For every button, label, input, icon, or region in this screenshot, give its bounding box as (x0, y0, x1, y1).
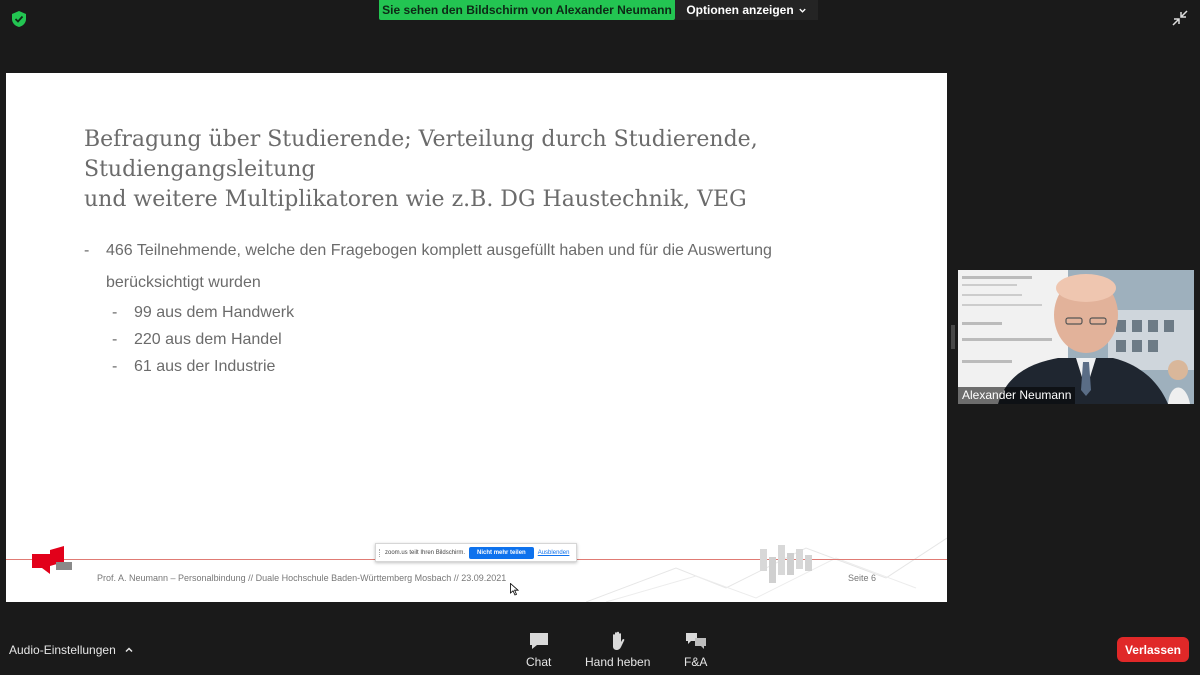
sub-bullet-text: 220 aus dem Handel (134, 331, 282, 348)
hide-sharebar-link[interactable]: Ausblenden (538, 550, 570, 556)
qa-bubbles-icon (685, 633, 706, 649)
zoom-meeting-window: Sie sehen den Bildschirm von Alexander N… (0, 0, 1200, 675)
slide-bullet-list: - 466 Teilnehmende, welche den Frageboge… (84, 235, 844, 380)
drag-grip-icon[interactable] (379, 548, 381, 557)
exit-fullscreen-icon[interactable] (1172, 10, 1188, 26)
main-bullet: - 466 Teilnehmende, welche den Frageboge… (84, 235, 844, 299)
slide-title-line: Befragung über Studierende; Verteilung d… (84, 127, 758, 182)
stop-sharing-button[interactable]: Nicht mehr teilen (469, 546, 534, 559)
qa-button[interactable]: F&A (684, 630, 707, 669)
view-options-label: Optionen anzeigen (686, 3, 794, 17)
sharing-status-text: zoom.us teilt Ihren Bildschirm. (385, 549, 466, 556)
screen-share-banner: Sie sehen den Bildschirm von Alexander N… (379, 0, 675, 20)
slide-footer: Prof. A. Neumann – Personalbindung // Du… (97, 573, 507, 583)
decorative-bars (760, 545, 812, 583)
sub-bullet: - 220 aus dem Handel (84, 326, 844, 353)
raise-hand-label: Hand heben (585, 655, 651, 669)
panel-drag-handle-icon[interactable] (951, 325, 955, 349)
slide-title-line: und weitere Multiplikatoren wie z.B. DG … (84, 187, 747, 212)
bullet-dash: - (84, 242, 90, 259)
chevron-up-icon (125, 647, 133, 653)
slide-page-number: Seite 6 (848, 573, 877, 583)
audio-settings-button[interactable]: Audio-Einstellungen (9, 643, 134, 657)
slide-title: Befragung über Studierende; Verteilung d… (84, 125, 904, 215)
leave-meeting-button[interactable]: Verlassen (1117, 637, 1189, 662)
view-options-button[interactable]: Optionen anzeigen (675, 0, 818, 20)
bullet-dash: - (112, 331, 118, 348)
bullet-dash: - (112, 358, 118, 375)
participant-video-image (958, 270, 1194, 404)
audio-settings-label: Audio-Einstellungen (9, 643, 116, 657)
sub-bullet-text: 99 aus dem Handwerk (134, 304, 295, 321)
main-bullet-text: berücksichtigt wurden (106, 274, 261, 291)
chat-bubble-icon (529, 633, 548, 649)
raise-hand-button[interactable]: Hand heben (585, 630, 650, 669)
qa-label: F&A (684, 655, 708, 669)
mouse-cursor-icon (510, 583, 519, 596)
chat-label: Chat (526, 655, 552, 669)
bullet-dash: - (112, 304, 118, 321)
sub-bullet-text: 61 aus der Industrie (134, 358, 276, 375)
sub-bullet: - 99 aus dem Handwerk (84, 299, 844, 326)
main-bullet-text: 466 Teilnehmende, welche den Fragebogen … (106, 242, 772, 259)
shield-check-icon[interactable] (10, 10, 28, 28)
participant-video-tile[interactable] (958, 270, 1194, 404)
chevron-down-icon (798, 8, 806, 13)
sharing-control-bar: zoom.us teilt Ihren Bildschirm. Nicht me… (375, 543, 577, 562)
dhbw-logo (32, 546, 72, 574)
raise-hand-icon (612, 631, 625, 650)
chat-button[interactable]: Chat (526, 630, 551, 669)
participant-name-label: Alexander Neumann (958, 387, 1076, 404)
sub-bullet: - 61 aus der Industrie (84, 353, 844, 380)
shared-screen-slide: Befragung über Studierende; Verteilung d… (6, 73, 947, 602)
